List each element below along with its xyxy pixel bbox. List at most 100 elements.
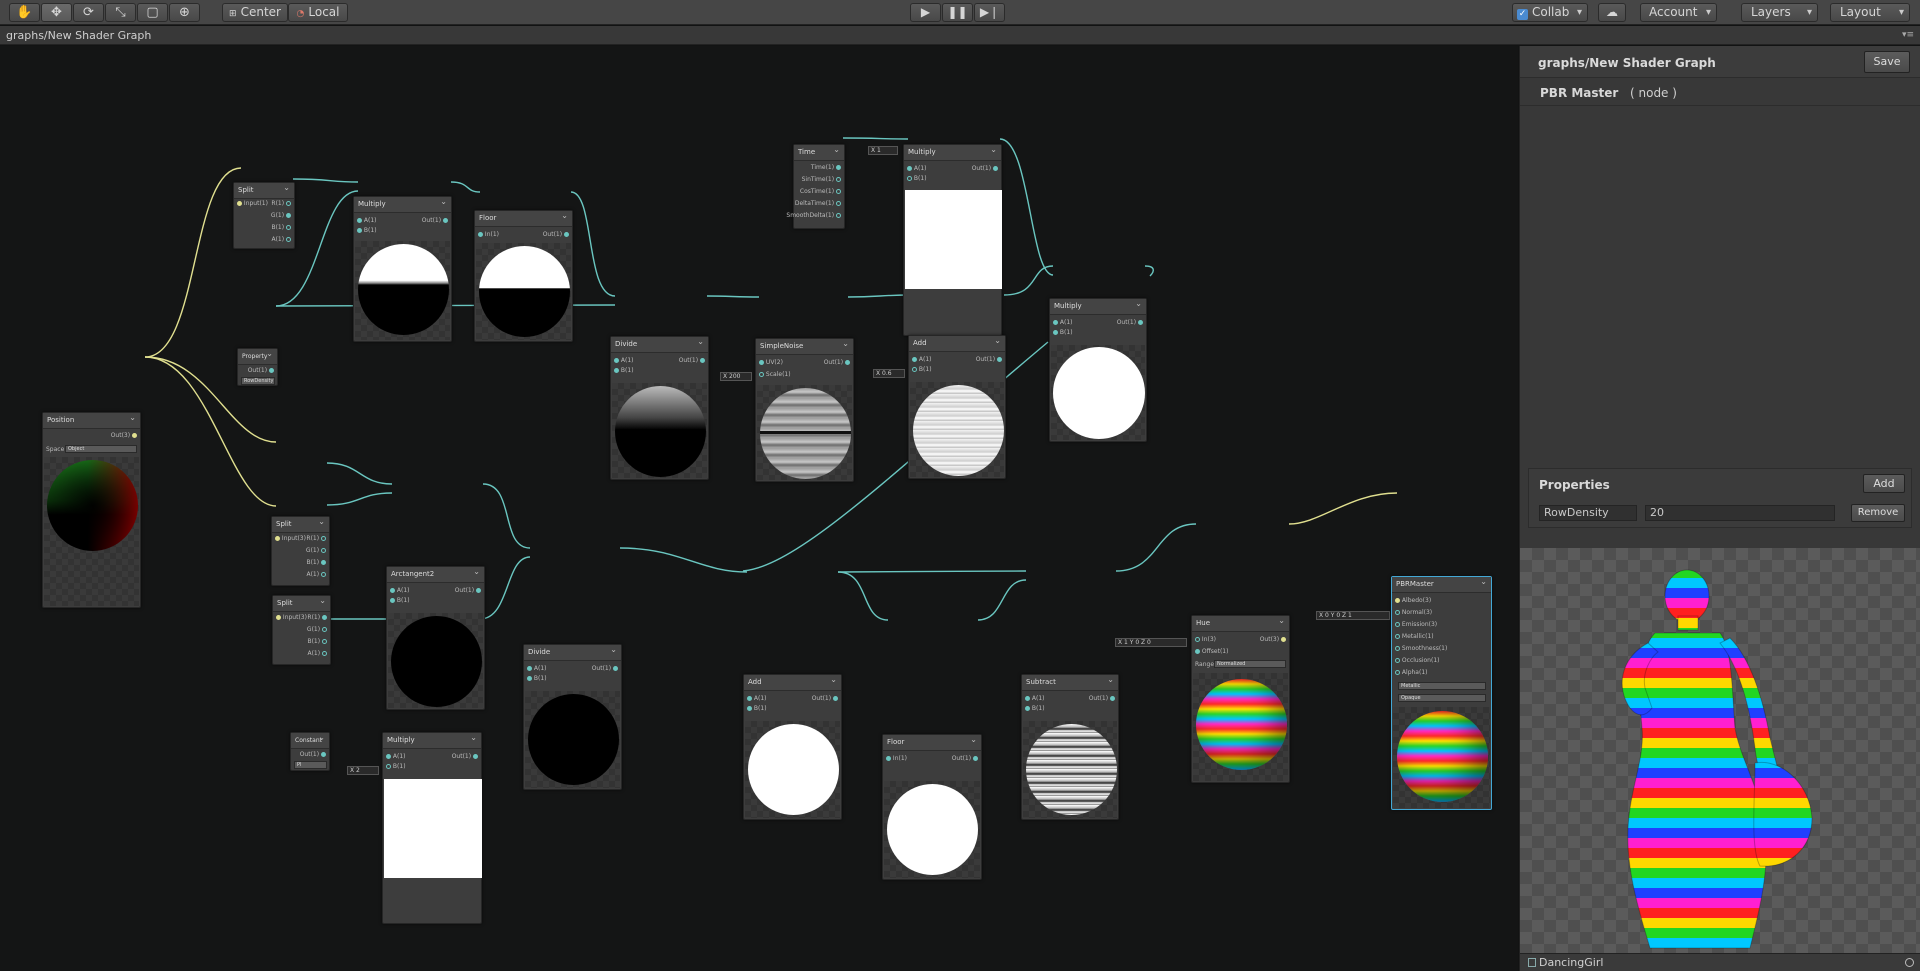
port-offset[interactable]: Offset(1) (1195, 648, 1228, 656)
graph-canvas[interactable]: Split Input(1) R(1) G(1) B(1) A(1) Multi… (0, 46, 1518, 971)
node-add-top[interactable]: Add A(1) B(1) Out(1) (908, 333, 1006, 479)
node-multiply-low[interactable]: Multiply A(1) B(1) Out(1) (382, 730, 482, 924)
layers-dropdown[interactable]: Layers (1741, 3, 1818, 22)
port-input[interactable]: Input(3) (275, 535, 306, 543)
object-picker-icon[interactable] (1905, 958, 1914, 967)
port-a[interactable]: A(1) (1053, 319, 1073, 327)
port-deltatime[interactable]: DeltaTime(1) (795, 200, 841, 208)
port-a[interactable]: A(1) (1025, 695, 1045, 703)
port-out[interactable]: Out(1) (248, 367, 274, 375)
node-pbr-master[interactable]: PBRMaster Albedo(3) Normal(3) Emission(3… (1391, 574, 1492, 810)
port-smoothdelta[interactable]: SmoothDelta(1) (786, 212, 841, 220)
port-out[interactable]: Out(1) (300, 751, 326, 759)
mesh-selector-bar[interactable]: DancingGirl (1520, 953, 1920, 971)
port-in[interactable]: In(1) (478, 231, 499, 239)
node-time[interactable]: Time Time(1) SinTime(1) CosTime(1) Delta… (786, 142, 845, 229)
port-b[interactable]: B(1) (386, 763, 406, 771)
transform-tool-button[interactable]: ⊕ (169, 3, 200, 22)
port-occlusion[interactable]: Occlusion(1) (1395, 657, 1439, 665)
node-multiply-time[interactable]: Multiply A(1) B(1) Out(1) (903, 142, 1002, 336)
port-costime[interactable]: CosTime(1) (800, 188, 841, 196)
move-tool-button[interactable]: ✥ (41, 3, 72, 22)
node-floor-low[interactable]: Floor In(1) Out(1) (882, 732, 982, 880)
port-r[interactable]: R(1) (307, 614, 327, 622)
port-input[interactable]: Input(3) (276, 614, 307, 622)
node-split-low[interactable]: Split Input(3) R(1) G(1) B(1) A(1) (272, 593, 331, 665)
port-a[interactable]: A(1) (614, 357, 634, 365)
play-button[interactable]: ▶ (910, 3, 941, 22)
port-a[interactable]: A(1) (271, 236, 291, 244)
port-b[interactable]: B(1) (306, 559, 326, 567)
port-out[interactable]: Out(1) (679, 357, 705, 365)
port-b[interactable]: B(1) (307, 638, 327, 646)
port-a[interactable]: A(1) (747, 695, 767, 703)
layout-dropdown[interactable]: Layout (1830, 3, 1910, 22)
node-split-mid[interactable]: Split Input(3) R(1) G(1) B(1) A(1) (271, 514, 330, 586)
node-arctangent2[interactable]: Arctangent2 A(1) B(1) Out(1) (386, 564, 485, 710)
port-smoothness[interactable]: Smoothness(1) (1395, 645, 1447, 653)
port-out[interactable]: Out(1) (592, 665, 618, 673)
port-out[interactable]: Out(1) (455, 587, 481, 595)
node-floor-top[interactable]: Floor In(1) Out(1) (474, 208, 573, 342)
port-out[interactable]: Out(1) (543, 231, 569, 239)
scale-tool-button[interactable]: ⤡ (105, 3, 136, 22)
cloud-button[interactable]: ☁ (1598, 3, 1626, 22)
property-value-field[interactable]: 20 (1645, 505, 1835, 521)
tab-menu-icon[interactable]: ▾≡ (1902, 30, 1914, 40)
port-a[interactable]: A(1) (907, 165, 927, 173)
port-b[interactable]: B(1) (907, 175, 927, 183)
node-simple-noise[interactable]: SimpleNoise UV(2) Scale(1) Out(1) (755, 336, 854, 482)
mesh-preview[interactable] (1520, 548, 1920, 953)
node-subtract[interactable]: Subtract A(1) B(1) Out(1) (1021, 672, 1119, 820)
port-uv[interactable]: UV(2) (759, 359, 783, 367)
port-albedo[interactable]: Albedo(3) (1395, 597, 1431, 605)
port-b[interactable]: B(1) (527, 675, 547, 683)
save-button[interactable]: Save (1864, 51, 1910, 73)
port-emission[interactable]: Emission(3) (1395, 621, 1437, 629)
port-metallic[interactable]: Metallic(1) (1395, 633, 1434, 641)
node-constant[interactable]: Constant Out(1) PI (290, 730, 330, 771)
node-split-top[interactable]: Split Input(1) R(1) G(1) B(1) A(1) (233, 180, 295, 249)
step-button[interactable]: ▶❘ (974, 3, 1005, 22)
pause-button[interactable]: ❚❚ (942, 3, 973, 22)
port-alpha[interactable]: Alpha(1) (1395, 669, 1427, 677)
port-out[interactable]: Out(1) (952, 755, 978, 763)
node-divide-low[interactable]: Divide A(1) B(1) Out(1) (523, 642, 622, 790)
range-dropdown[interactable]: Normalized (1214, 660, 1286, 668)
port-input[interactable]: Input(1) (237, 200, 268, 208)
rotate-tool-button[interactable]: ⟳ (73, 3, 104, 22)
node-position[interactable]: Position Out(3) Space Object (42, 410, 141, 608)
port-out[interactable]: Out(1) (972, 165, 998, 173)
port-time[interactable]: Time(1) (811, 164, 841, 172)
port-g[interactable]: G(1) (271, 212, 291, 220)
port-normal[interactable]: Normal(3) (1395, 609, 1432, 617)
port-b[interactable]: B(1) (390, 597, 410, 605)
port-in[interactable]: In(3) (1195, 636, 1216, 644)
pbr-normal-field[interactable]: X 0 Y 0 Z 1 (1316, 611, 1390, 620)
node-property[interactable]: Property Out(1) RowDensity (237, 346, 278, 386)
port-a[interactable]: A(1) (386, 753, 406, 761)
port-scale[interactable]: Scale(1) (759, 371, 791, 379)
multiply-time-b-field[interactable]: X 1 (868, 146, 898, 155)
port-b[interactable]: B(1) (271, 224, 291, 232)
mesh-name[interactable]: DancingGirl (1528, 956, 1603, 969)
port-b[interactable]: B(1) (614, 367, 634, 375)
surface-dropdown[interactable]: Opaque (1398, 694, 1486, 702)
remove-property-button[interactable]: Remove (1851, 504, 1905, 522)
port-g[interactable]: G(1) (306, 547, 326, 555)
node-divide-top[interactable]: Divide A(1) B(1) Out(1) (610, 334, 709, 480)
collab-dropdown[interactable]: ✓ Collab (1512, 3, 1588, 22)
add-b-field[interactable]: X 0.6 (873, 369, 905, 378)
node-hue[interactable]: Hue In(3) Offset(1) Out(3) Range Normali… (1191, 613, 1290, 783)
port-out[interactable]: Out(1) (1089, 695, 1115, 703)
property-select[interactable]: RowDensity (241, 377, 275, 385)
space-dropdown[interactable]: Object (65, 445, 137, 453)
add-property-button[interactable]: Add (1863, 474, 1905, 493)
node-add-low[interactable]: Add A(1) B(1) Out(1) (743, 672, 842, 820)
port-a[interactable]: A(1) (307, 650, 327, 658)
node-multiply-top[interactable]: Multiply A(1) B(1) Out(1) (353, 194, 452, 342)
node-multiply-right[interactable]: Multiply A(1) B(1) Out(1) (1049, 296, 1147, 442)
port-out[interactable]: Out(1) (824, 359, 850, 367)
constant-select[interactable]: PI (294, 761, 327, 769)
port-g[interactable]: G(1) (307, 626, 327, 634)
